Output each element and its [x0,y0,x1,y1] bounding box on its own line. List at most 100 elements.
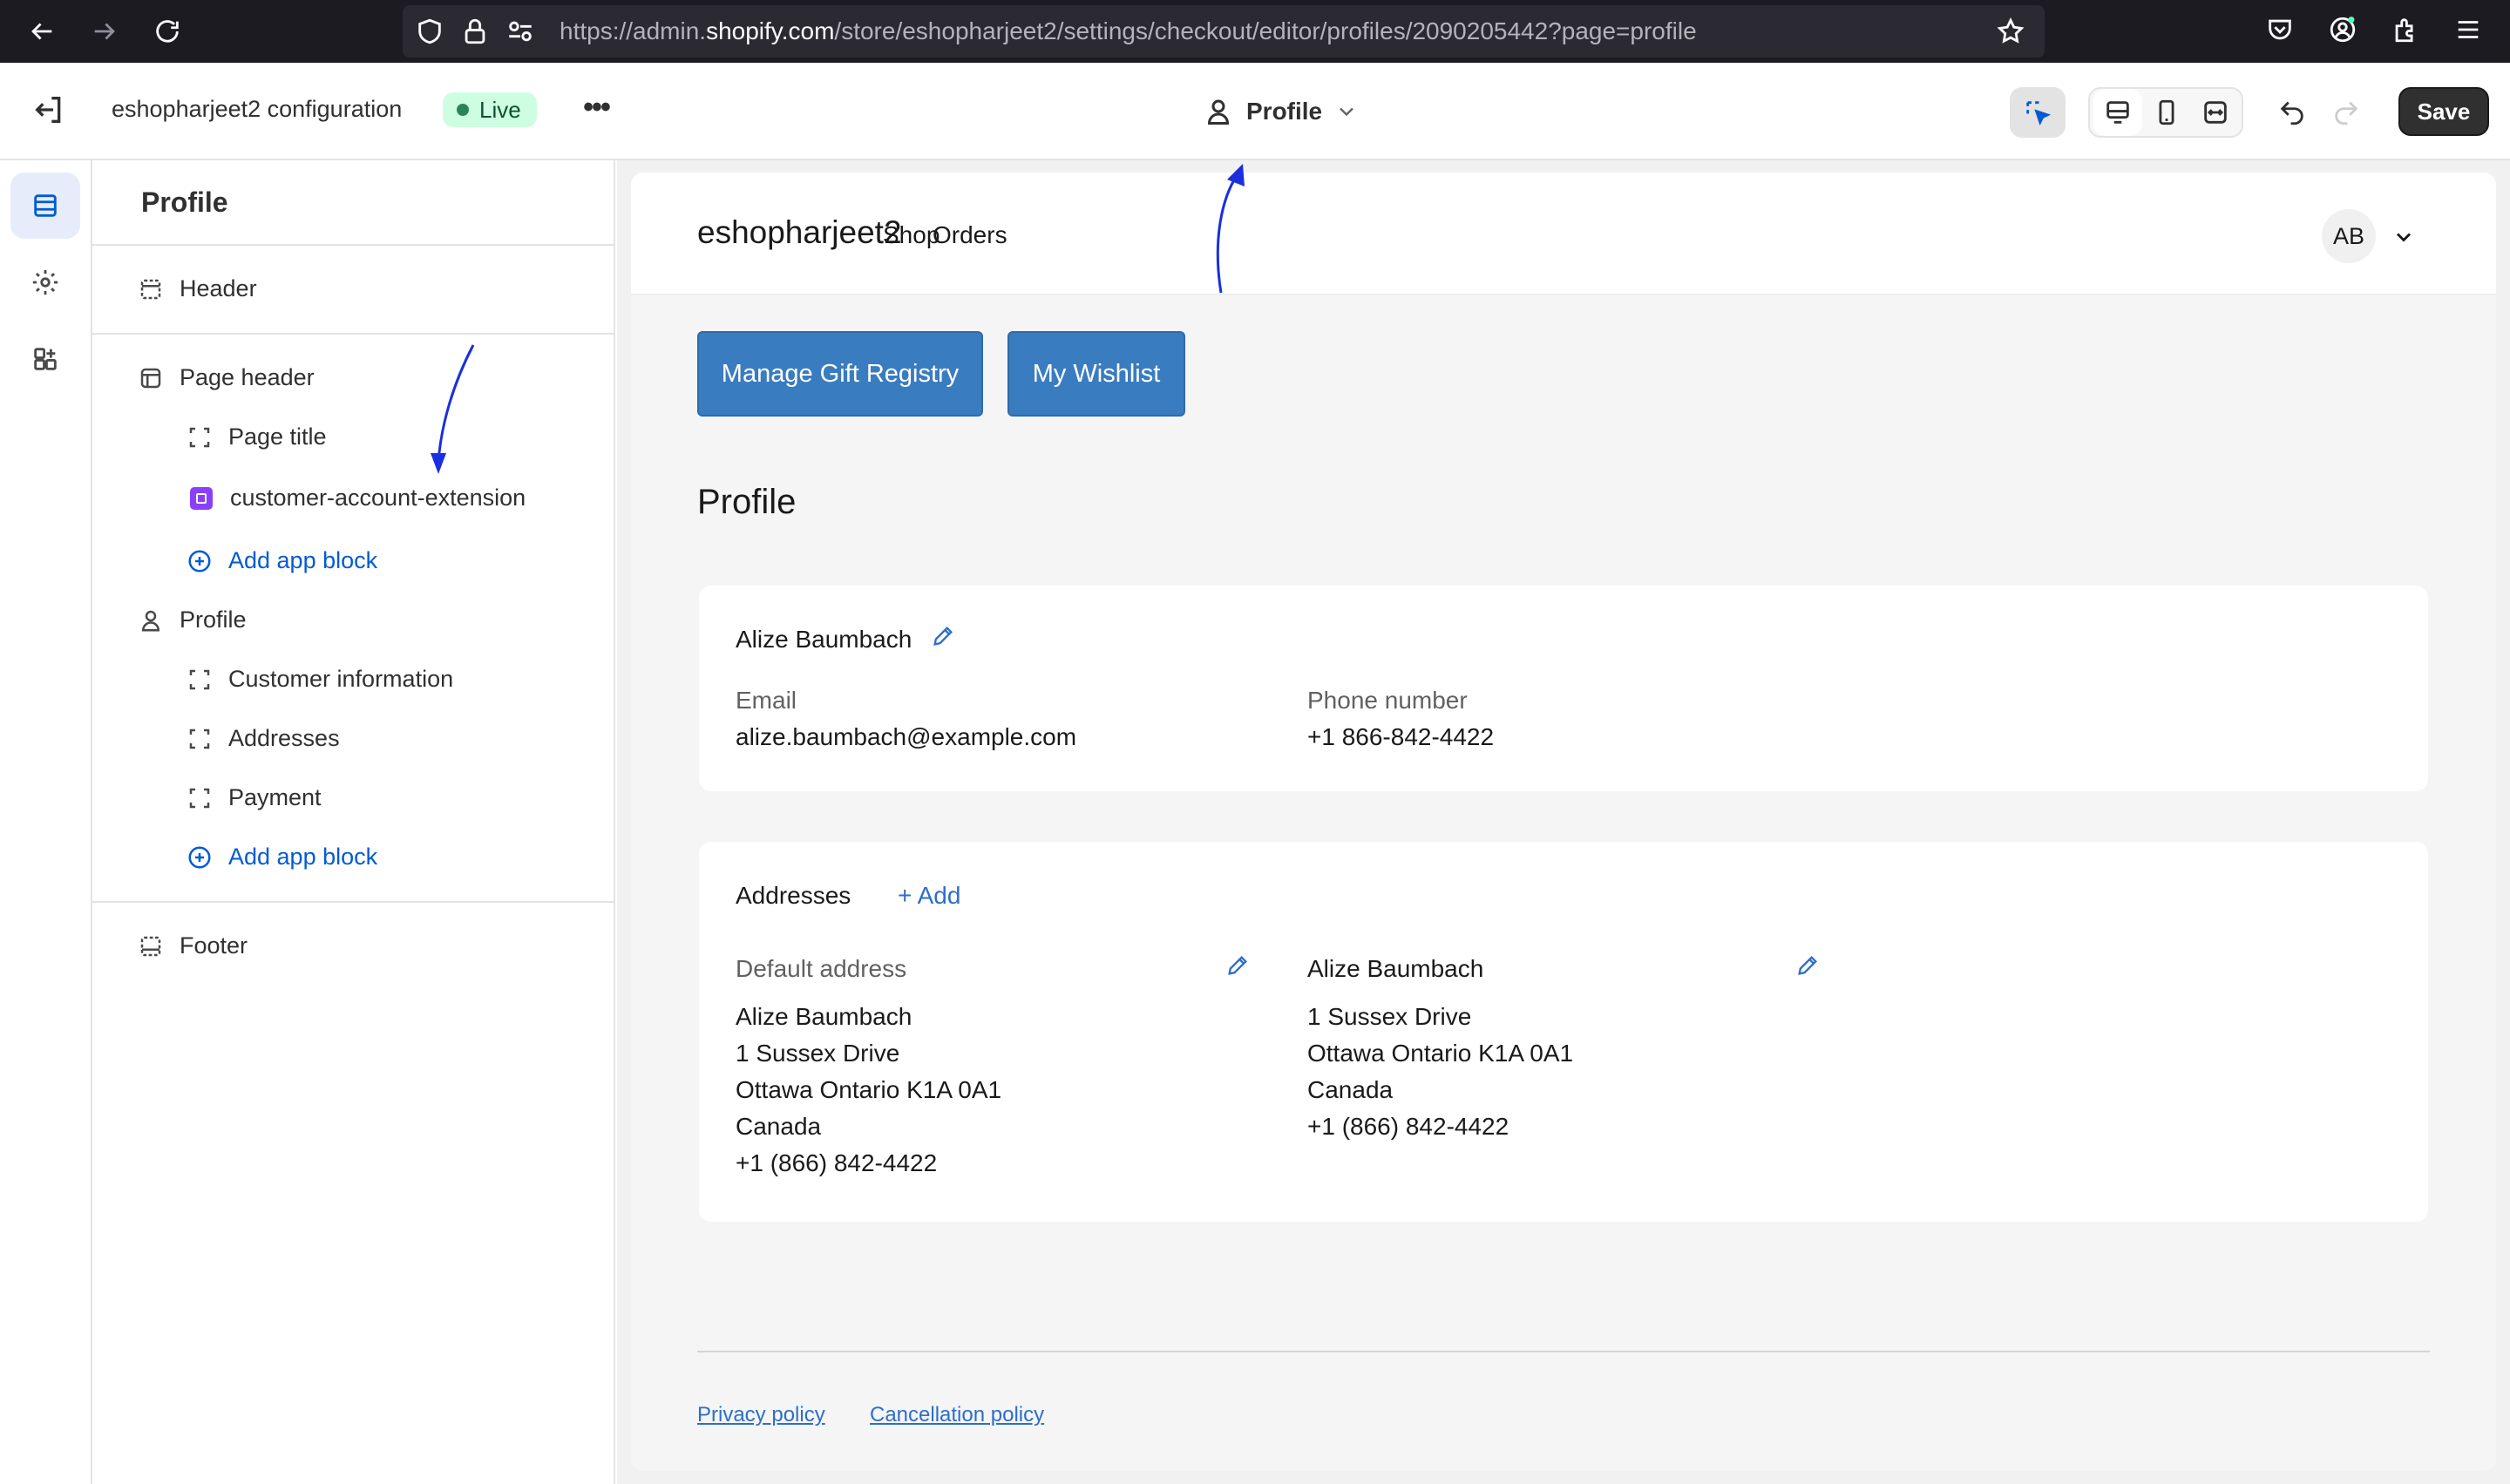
addresses-card: Addresses + Add Default address Alize Ba… [699,842,2428,1222]
my-wishlist-button[interactable]: My Wishlist [1007,331,1185,417]
customer-name: Alize Baumbach [736,626,912,653]
block-icon [189,728,210,749]
url-bar[interactable]: https://admin.shopify.com/store/eshophar… [403,5,2045,58]
tree-item-customer-account-extension[interactable]: customer-account-extension [188,485,526,512]
icon-rail [0,160,92,1484]
lock-icon[interactable] [460,17,490,46]
viewport-switcher [2088,87,2243,138]
live-dot-icon [457,104,469,116]
save-button[interactable]: Save [2398,87,2489,136]
exit-icon[interactable] [31,92,66,127]
manage-gift-registry-button[interactable]: Manage Gift Registry [697,331,983,417]
forward-arrow-icon[interactable] [85,12,124,51]
pencil-edit-icon[interactable] [931,624,955,648]
gear-icon [32,269,58,295]
pocket-icon[interactable] [2261,10,2299,49]
store-name[interactable]: eshopharjeet2 [697,214,902,251]
avatar[interactable]: AB [2322,209,2376,263]
sections-rail-button[interactable] [10,173,80,239]
permissions-icon[interactable] [505,17,535,46]
tree-item-label: Addresses [228,725,340,751]
address-line: Ottawa Ontario K1A 0A1 [1307,1040,1574,1067]
chevron-down-icon[interactable] [2391,225,2416,249]
pencil-edit-icon[interactable] [1795,953,1820,978]
preview-area: eshopharjeet2 Shop Orders AB Manage Gift… [617,160,2510,1484]
tree-item-label: customer-account-extension [230,485,526,511]
extensions-icon[interactable] [2386,10,2425,49]
privacy-policy-link[interactable]: Privacy policy [697,1403,825,1427]
back-arrow-icon[interactable] [23,12,61,51]
address-line: +1 (866) 842-4422 [1307,1113,1509,1140]
bookmark-star-icon[interactable] [1996,17,2025,46]
addresses-title: Addresses [736,882,851,909]
divider [92,901,615,903]
store-header: eshopharjeet2 Shop Orders AB [631,173,2496,295]
footer-divider [697,1351,2430,1352]
plus-circle-icon [188,846,211,868]
browser-toolbar: https://admin.shopify.com/store/eshophar… [0,0,2510,63]
divider [92,244,615,246]
block-icon [189,788,210,808]
more-actions-icon[interactable]: ••• [579,92,614,129]
block-icon [189,669,210,689]
email-label: Email [736,687,797,714]
tree-item-page-header[interactable]: Page header [138,364,315,391]
cancellation-policy-link[interactable]: Cancellation policy [870,1403,1044,1427]
nav-link-shop[interactable]: Shop [883,221,940,249]
tree-item-label: Footer [180,932,248,959]
tree-item-label: Profile [180,606,247,633]
redo-button[interactable] [2318,87,2374,138]
tree-item-label: Payment [228,784,322,810]
default-address-block: Alize Baumbach 1 Sussex Drive Ottawa Ont… [736,999,1001,1182]
undo-button[interactable] [2264,87,2320,138]
tree-item-footer[interactable]: Footer [138,932,248,959]
configuration-title: eshopharjeet2 configuration [112,96,403,122]
tree-item-addresses[interactable]: Addresses [187,725,340,752]
fullwidth-view-button[interactable] [2191,89,2240,136]
pencil-edit-icon[interactable] [1225,953,1250,978]
select-cursor-icon [2026,101,2052,126]
inspector-toggle-button[interactable] [2010,87,2066,138]
tree-item-label: Page title [228,424,327,450]
sidebar-title: Profile [141,186,228,218]
reload-icon[interactable] [148,12,187,51]
address-line: 1 Sussex Drive [1307,1003,1472,1030]
address-line: 1 Sussex Drive [736,1040,900,1067]
account-icon[interactable] [2323,10,2362,49]
default-address-label: Default address [736,955,907,982]
footer-section-icon [140,936,161,956]
phone-value: +1 866-842-4422 [1307,723,1495,750]
page-selector[interactable]: Profile [1203,92,1359,131]
nav-link-orders-label: Orders [933,221,1007,248]
address-line: Ottawa Ontario K1A 0A1 [736,1076,1002,1103]
address-line: Canada [736,1113,822,1140]
nav-link-orders[interactable]: Orders [933,221,1007,249]
tree-item-profile[interactable]: Profile [138,606,247,634]
tree-item-header[interactable]: Header [138,275,257,302]
address-line: +1 (866) 842-4422 [736,1149,938,1176]
apps-rail-button[interactable] [10,326,80,392]
desktop-view-button[interactable] [2093,89,2142,136]
editor-topbar: eshopharjeet2 configuration Live ••• Pro… [0,63,2510,160]
address-line: Canada [1307,1076,1394,1103]
tree-item-page-title[interactable]: Page title [187,424,327,451]
tree-item-customer-information[interactable]: Customer information [187,666,453,693]
tree-item-payment[interactable]: Payment [187,784,322,811]
app-extension-icon [190,486,213,510]
add-app-block-button[interactable]: Add app block [187,547,377,574]
mobile-view-button[interactable] [2142,89,2191,136]
undo-icon [2280,101,2303,125]
sections-sidebar: Profile Header Page header Page title cu… [92,160,615,1484]
menu-icon[interactable] [2449,10,2487,49]
page-title: Profile [697,483,797,521]
storefront-preview: eshopharjeet2 Shop Orders AB Manage Gift… [631,173,2496,1471]
settings-rail-button[interactable] [10,249,80,315]
live-status-badge: Live [443,92,537,127]
url-text[interactable]: https://admin.shopify.com/store/eshophar… [560,17,1697,45]
add-app-block-button[interactable]: Add app block [187,844,377,871]
add-address-button[interactable]: + Add [898,882,960,910]
tree-item-label: Header [180,275,257,302]
shield-icon[interactable] [415,17,444,46]
live-badge-label: Live [479,97,521,123]
chevron-down-icon [1340,107,1353,117]
